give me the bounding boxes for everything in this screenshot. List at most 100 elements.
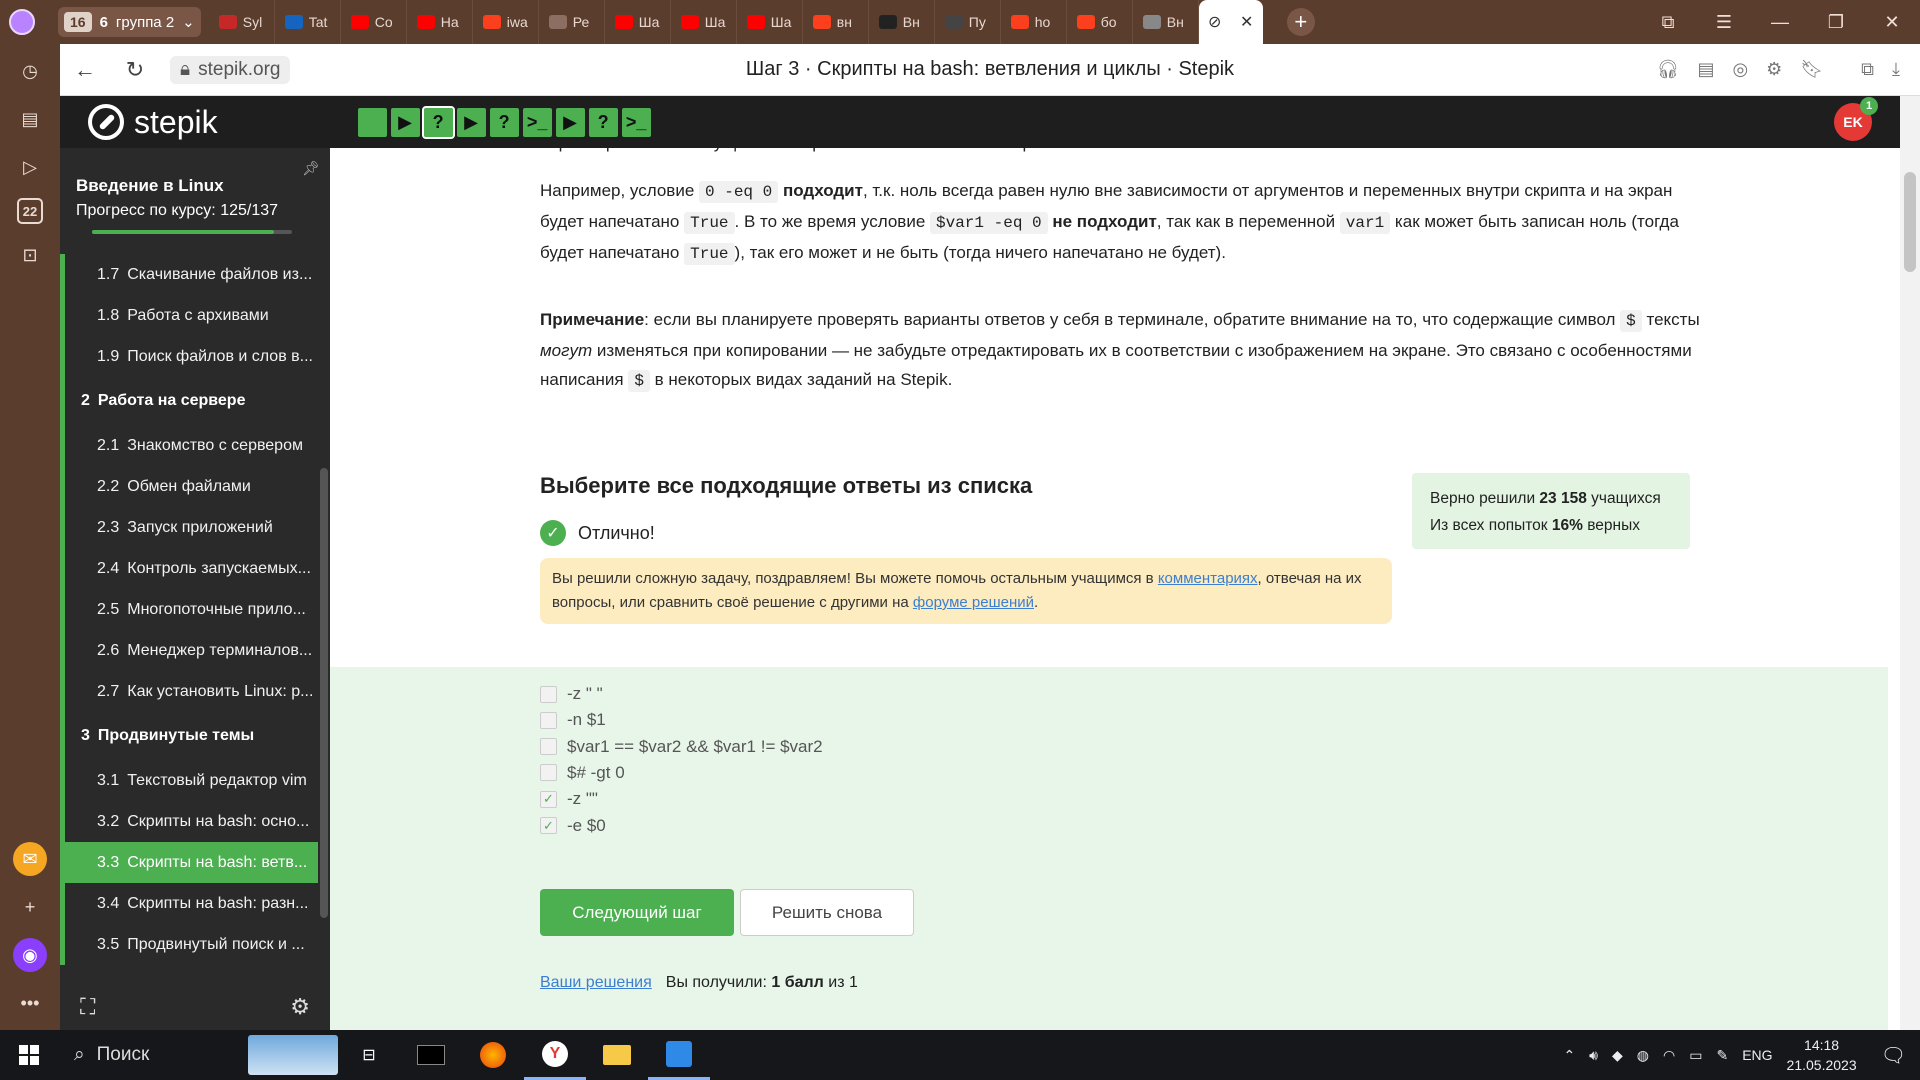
sidebar-lesson[interactable]: 3.1 Текстовый редактор vim: [60, 760, 318, 801]
profile-icon[interactable]: [0, 0, 44, 44]
browser-tab[interactable]: Ша: [737, 0, 803, 44]
tray-chevron-icon[interactable]: ⌃: [1563, 1047, 1575, 1064]
battery-icon[interactable]: ▭: [1689, 1047, 1702, 1064]
sidebar-lesson[interactable]: 2.7 Как установить Linux: р...: [60, 671, 318, 712]
app-tray-icon[interactable]: ◆: [1612, 1047, 1623, 1064]
browser-tab[interactable]: Ре: [539, 0, 605, 44]
yandex-browser-app-icon[interactable]: Y: [524, 1030, 586, 1080]
answer-choice[interactable]: -n $1: [540, 710, 606, 730]
checkbox[interactable]: [540, 685, 557, 703]
step-blank-icon[interactable]: [357, 107, 387, 137]
chrome-tray-icon[interactable]: ◍: [1637, 1047, 1649, 1064]
checkbox-checked[interactable]: ✓: [540, 817, 557, 834]
back-icon[interactable]: ←: [60, 57, 110, 83]
browser-tab[interactable]: ho: [1001, 0, 1067, 44]
extensions-icon[interactable]: ⚙: [1766, 59, 1782, 80]
headphones-icon[interactable]: 🎧︎: [1657, 59, 1680, 80]
checkbox-checked[interactable]: ✓: [540, 790, 557, 808]
bookmarks-panel-icon[interactable]: ⧉: [1861, 59, 1874, 80]
task-view-icon[interactable]: ⊟: [338, 1030, 400, 1080]
sidebar-lesson[interactable]: 1.9 Поиск файлов и слов в...: [60, 336, 318, 377]
reload-icon[interactable]: ↻: [110, 57, 160, 83]
sidebar-lesson[interactable]: 2.6 Менеджер терминалов...: [60, 630, 318, 671]
checkbox[interactable]: [540, 738, 557, 756]
step-quiz-icon[interactable]: ?: [489, 107, 519, 137]
sidebar-lesson[interactable]: 2.2 Обмен файлами: [60, 466, 318, 507]
retry-button[interactable]: Решить снова: [740, 889, 914, 936]
browser-tab[interactable]: Syl: [209, 0, 275, 44]
page-scrollbar[interactable]: [1900, 96, 1920, 1030]
settings-icon[interactable]: ⚙: [290, 994, 310, 1020]
alice-icon[interactable]: ◉: [13, 938, 47, 972]
minimize-icon[interactable]: —: [1752, 0, 1808, 44]
menu-icon[interactable]: ☰: [1696, 0, 1752, 44]
start-button[interactable]: [0, 1030, 58, 1080]
clock[interactable]: 14:18 21.05.2023: [1787, 1035, 1857, 1075]
browser-tab[interactable]: На: [407, 0, 473, 44]
reader-icon[interactable]: ▤: [1697, 59, 1714, 80]
tab-group[interactable]: 16 6 группа 2 ⌄: [58, 7, 201, 37]
next-step-button[interactable]: Следующий шаг: [540, 889, 734, 936]
stepik-logo[interactable]: stepik: [88, 104, 218, 141]
browser-tab[interactable]: Ша: [671, 0, 737, 44]
translate-icon[interactable]: ◎: [1732, 59, 1748, 80]
sidebar-lesson[interactable]: 3.4 Скрипты на bash: разн...: [60, 883, 318, 924]
collections-icon[interactable]: ▤: [13, 102, 47, 136]
step-code-icon[interactable]: >_: [522, 107, 552, 137]
browser-tab[interactable]: Ша: [605, 0, 671, 44]
sidebar-lesson[interactable]: 1.8 Работа с архивами: [60, 295, 318, 336]
volume-icon[interactable]: 🔊︎: [1589, 1047, 1598, 1064]
file-explorer-app-icon[interactable]: [586, 1030, 648, 1080]
pin-icon[interactable]: 📌︎: [302, 160, 320, 177]
browser-tab[interactable]: Tat: [275, 0, 341, 44]
screenshot-icon[interactable]: ⊡: [13, 238, 47, 272]
add-icon[interactable]: +: [13, 890, 47, 924]
answer-choice[interactable]: $# -gt 0: [540, 763, 625, 783]
sidebar-lesson[interactable]: 1.7 Скачивание файлов из...: [60, 254, 318, 295]
sidebar-lesson[interactable]: 2.4 Контроль запускаемых...: [60, 548, 318, 589]
avatar[interactable]: EK 1: [1834, 97, 1878, 141]
browser-tab[interactable]: iwa: [473, 0, 539, 44]
new-tab-button[interactable]: +: [1286, 8, 1315, 36]
step-quiz-icon[interactable]: ?: [588, 107, 618, 137]
sidebar-scrollbar[interactable]: [320, 468, 328, 918]
answer-choice[interactable]: ✓ -z "": [540, 789, 598, 809]
sidebar-lesson[interactable]: 2.3 Запуск приложений: [60, 507, 318, 548]
step-video-icon[interactable]: ▶: [555, 107, 585, 137]
sidebar-lesson[interactable]: 3.2 Скрипты на bash: осно...: [60, 801, 318, 842]
active-tab-stepik[interactable]: ⊘ ✕: [1198, 0, 1263, 44]
video-icon[interactable]: ▷: [13, 150, 47, 184]
browser-tab[interactable]: Вн: [1133, 0, 1199, 44]
sidebar-section[interactable]: 3 Продвинутые темы: [60, 712, 318, 760]
wifi-icon[interactable]: ◠: [1663, 1047, 1675, 1064]
step-quiz-icon[interactable]: ?: [421, 105, 455, 139]
checkbox[interactable]: [540, 711, 557, 729]
terminal-app-icon[interactable]: [400, 1030, 462, 1080]
browser-tab[interactable]: Co: [341, 0, 407, 44]
history-icon[interactable]: ◷: [13, 54, 47, 88]
step-video-icon[interactable]: ▶: [390, 107, 420, 137]
calendar-icon[interactable]: 22: [17, 198, 43, 224]
answer-choice[interactable]: ✓ -e $0: [540, 816, 606, 836]
download-icon[interactable]: ⤓: [1892, 59, 1900, 80]
more-icon[interactable]: •••: [13, 986, 47, 1020]
browser-tab[interactable]: вн: [803, 0, 869, 44]
notifications-icon[interactable]: 🗨︎: [1881, 1043, 1906, 1068]
restore-icon[interactable]: ❐: [1808, 0, 1864, 44]
your-solutions-link[interactable]: Ваши решения: [540, 974, 652, 992]
bookmark-icon[interactable]: 🔖︎: [1800, 59, 1823, 80]
comments-link[interactable]: комментариях: [1158, 570, 1258, 587]
close-window-icon[interactable]: ✕: [1864, 0, 1920, 44]
scrollbar-thumb[interactable]: [1904, 172, 1916, 272]
step-video-icon[interactable]: ▶: [456, 107, 486, 137]
mail-icon[interactable]: ✉: [13, 842, 47, 876]
chevron-down-icon[interactable]: ⌄: [182, 13, 195, 31]
browser-tab[interactable]: Пу: [935, 0, 1001, 44]
browser-tab[interactable]: Вн: [869, 0, 935, 44]
taskbar-search[interactable]: ⌕ Поиск: [58, 1030, 338, 1080]
answer-choice[interactable]: $var1 == $var2 && $var1 != $var2: [540, 737, 823, 757]
step-code-icon[interactable]: >_: [621, 107, 651, 137]
sidebar-lesson[interactable]: 3.3 Скрипты на bash: ветв...: [60, 842, 318, 883]
sidebar-lesson[interactable]: 2.5 Многопоточные прило...: [60, 589, 318, 630]
browser-tab[interactable]: бо: [1067, 0, 1133, 44]
